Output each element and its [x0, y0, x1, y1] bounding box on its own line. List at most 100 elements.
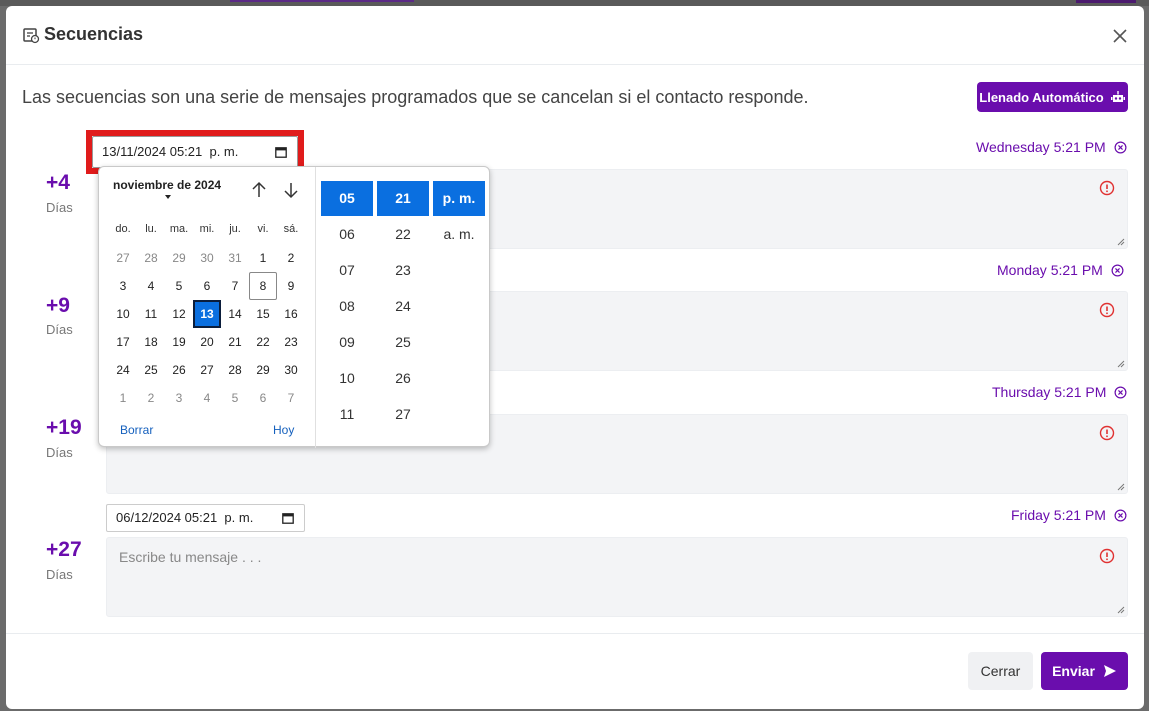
modal-header: Secuencias: [6, 6, 1144, 65]
modal-title: Secuencias: [44, 24, 144, 44]
weekday-header: vi.: [257, 223, 269, 235]
calendar-day[interactable]: 2: [137, 384, 165, 412]
time-option[interactable]: 07: [321, 253, 373, 288]
time-option[interactable]: p. m.: [433, 181, 485, 216]
step-unit: Días: [46, 567, 73, 582]
calendar-day[interactable]: 18: [137, 328, 165, 356]
weekday-header: sá.: [283, 223, 299, 235]
cancel-button[interactable]: Cerrar: [968, 652, 1033, 690]
arrow-up-icon[interactable]: [249, 180, 269, 200]
calendar-icon[interactable]: [275, 146, 287, 158]
clear-button[interactable]: Borrar: [120, 423, 153, 437]
calendar-day[interactable]: 24: [109, 356, 137, 384]
calendar-day[interactable]: 27: [193, 356, 221, 384]
weekday-header: mi.: [199, 223, 215, 235]
time-option[interactable]: a. m.: [433, 217, 485, 252]
calendar-day[interactable]: 27: [109, 244, 137, 272]
time-option[interactable]: 25: [377, 325, 429, 360]
calendar-day[interactable]: 12: [165, 300, 193, 328]
step-schedule: Friday 5:21 PM: [1011, 507, 1127, 523]
calendar-day[interactable]: 11: [137, 300, 165, 328]
time-option[interactable]: 09: [321, 325, 373, 360]
close-icon[interactable]: [1110, 26, 1130, 46]
send-icon: [1103, 665, 1116, 677]
remove-step-icon[interactable]: [1114, 141, 1127, 154]
calendar-day[interactable]: 28: [137, 244, 165, 272]
calendar-day[interactable]: 29: [165, 244, 193, 272]
today-button[interactable]: Hoy: [273, 423, 294, 437]
calendar-day[interactable]: 8: [249, 272, 277, 300]
calendar-day[interactable]: 7: [277, 384, 305, 412]
step-schedule: Wednesday 5:21 PM: [976, 139, 1127, 155]
auto-fill-button[interactable]: Llenado Automático: [977, 82, 1128, 112]
time-option[interactable]: 24: [377, 289, 429, 324]
resize-grip-icon[interactable]: [1117, 606, 1125, 614]
time-option[interactable]: 11: [321, 397, 373, 432]
send-button[interactable]: Enviar: [1041, 652, 1128, 690]
calendar-day[interactable]: 1: [249, 244, 277, 272]
calendar-day[interactable]: 6: [193, 272, 221, 300]
time-option[interactable]: 23: [377, 253, 429, 288]
calendar-day[interactable]: 3: [109, 272, 137, 300]
resize-grip-icon[interactable]: [1117, 238, 1125, 246]
weekday-header: ju.: [229, 223, 241, 235]
calendar-day[interactable]: 14: [221, 300, 249, 328]
remove-step-icon[interactable]: [1111, 264, 1124, 277]
calendar-day[interactable]: 9: [277, 272, 305, 300]
warning-icon: [1099, 180, 1115, 196]
time-option[interactable]: 27: [377, 397, 429, 432]
calendar-day[interactable]: 16: [277, 300, 305, 328]
calendar-day[interactable]: 2: [277, 244, 305, 272]
calendar-day[interactable]: 23: [277, 328, 305, 356]
active-date-time-input[interactable]: 13/11/2024 05:21 p. m.: [92, 136, 298, 168]
calendar-day[interactable]: 10: [109, 300, 137, 328]
time-option[interactable]: 10: [321, 361, 373, 396]
time-option[interactable]: 05: [321, 181, 373, 216]
calendar-day[interactable]: 25: [137, 356, 165, 384]
remove-step-icon[interactable]: [1114, 509, 1127, 522]
calendar-day[interactable]: 20: [193, 328, 221, 356]
calendar-day[interactable]: 4: [193, 384, 221, 412]
sequences-modal: Secuencias Las secuencias son una serie …: [6, 6, 1144, 709]
calendar-day[interactable]: 15: [249, 300, 277, 328]
calendar-day[interactable]: 1: [109, 384, 137, 412]
calendar-day[interactable]: 13: [193, 300, 221, 328]
calendar-day[interactable]: 6: [249, 384, 277, 412]
time-option[interactable]: 08: [321, 289, 373, 324]
schedule-label: Thursday 5:21 PM: [992, 384, 1107, 400]
date-time-input[interactable]: 06/12/2024 05:21 p. m.: [106, 504, 305, 532]
resize-grip-icon[interactable]: [1117, 360, 1125, 368]
calendar-day[interactable]: 5: [221, 384, 249, 412]
calendar-day[interactable]: 5: [165, 272, 193, 300]
calendar-day[interactable]: 3: [165, 384, 193, 412]
calendar-day[interactable]: 19: [165, 328, 193, 356]
calendar-day[interactable]: 22: [249, 328, 277, 356]
calendar-day[interactable]: 26: [165, 356, 193, 384]
weekday-header: do.: [115, 223, 131, 235]
calendar-day[interactable]: 30: [193, 244, 221, 272]
date-time-value: 13/11/2024 05:21 p. m.: [102, 144, 239, 159]
arrow-down-icon[interactable]: [281, 180, 301, 200]
time-option[interactable]: 06: [321, 217, 373, 252]
schedule-label: Wednesday 5:21 PM: [976, 139, 1106, 155]
time-option[interactable]: 26: [377, 361, 429, 396]
message-placeholder: Escribe tu mensaje . . .: [119, 549, 262, 565]
step-offset: +19: [46, 416, 82, 439]
remove-step-icon[interactable]: [1114, 386, 1127, 399]
message-textarea[interactable]: Escribe tu mensaje . . .: [106, 537, 1128, 617]
calendar-day[interactable]: 21: [221, 328, 249, 356]
calendar-icon[interactable]: [282, 512, 294, 524]
time-option[interactable]: 21: [377, 181, 429, 216]
resize-grip-icon[interactable]: [1117, 483, 1125, 491]
calendar-day[interactable]: 17: [109, 328, 137, 356]
calendar-day[interactable]: 29: [249, 356, 277, 384]
footer-divider: [6, 633, 1144, 634]
time-option[interactable]: 22: [377, 217, 429, 252]
calendar-day[interactable]: 30: [277, 356, 305, 384]
calendar-day[interactable]: 31: [221, 244, 249, 272]
calendar-day[interactable]: 7: [221, 272, 249, 300]
month-select[interactable]: noviembre de 2024: [113, 178, 221, 192]
calendar-day[interactable]: 28: [221, 356, 249, 384]
calendar-day[interactable]: 4: [137, 272, 165, 300]
chevron-down-icon[interactable]: [165, 195, 171, 199]
